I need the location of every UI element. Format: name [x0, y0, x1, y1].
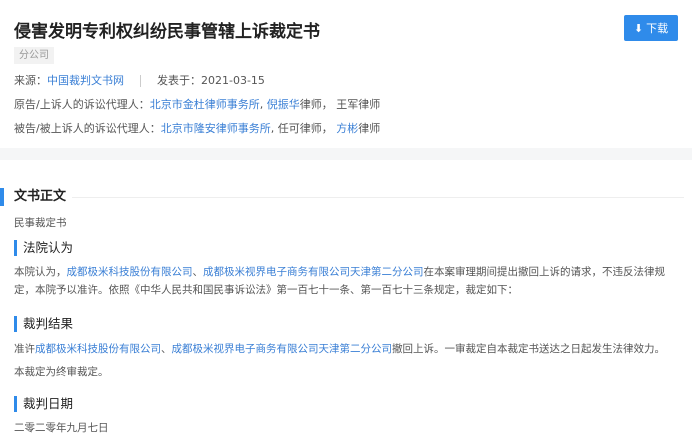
date-heading: 裁判日期 — [14, 396, 73, 412]
court-opinion-text: 本院认为，成都极米科技股份有限公司、成都极米视界电子商务有限公司天津第二分公司在… — [14, 266, 665, 296]
party-link[interactable]: 成都极米科技股份有限公司 — [35, 343, 161, 355]
section-header: 文书正文 — [0, 188, 692, 206]
party-link[interactable]: 成都极米视界电子商务有限公司天津第二分公司 — [172, 343, 393, 355]
defendant-lawyer-link[interactable]: 方彬 — [336, 122, 358, 135]
result-heading: 裁判结果 — [14, 316, 73, 332]
party-link[interactable]: 成都极米科技股份有限公司 — [67, 266, 193, 278]
download-label: 下载 — [646, 22, 669, 35]
divider — [140, 75, 141, 87]
defendant-row: 被告/被上诉人的诉讼代理人：北京市隆安律师事务所, 任可律师， 方彬律师 — [14, 120, 380, 136]
defendant-lawyer1: , 任可律师， — [270, 122, 333, 135]
download-icon: ⬇ — [633, 21, 644, 35]
document-header: 侵害发明专利权纠纷民事管辖上诉裁定书 ⬇ 下载 分公司 来源：中国裁判文书网 发表… — [0, 0, 692, 148]
judgment-date: 二零二零年九月七日 — [14, 422, 109, 434]
published-date: 2021-03-15 — [201, 74, 265, 87]
court-opinion-heading: 法院认为 — [14, 240, 73, 256]
download-button[interactable]: ⬇ 下载 — [624, 15, 678, 41]
lawyer-suffix: 律师 — [358, 122, 381, 135]
defendant-label: 被告/被上诉人的诉讼代理人： — [14, 122, 161, 135]
doc-type: 民事裁定书 — [14, 217, 67, 229]
party-link[interactable]: 成都极米视界电子商务有限公司天津第二分公司 — [203, 266, 424, 278]
section-rule — [72, 197, 684, 198]
published-label: 发表于： — [157, 74, 201, 87]
accent-bar — [0, 188, 4, 206]
source-label: 来源： — [14, 74, 47, 87]
plaintiff-lawyer2: 王军律师 — [336, 98, 381, 111]
result-final: 本裁定为终审裁定。 — [14, 366, 109, 378]
plaintiff-label: 原告/上诉人的诉讼代理人： — [14, 98, 150, 111]
result-text: 准许成都极米科技股份有限公司、成都极米视界电子商务有限公司天津第二分公司撤回上诉… — [14, 343, 665, 355]
plaintiff-lawyer-link[interactable]: 倪振华 — [267, 98, 300, 111]
plaintiff-row: 原告/上诉人的诉讼代理人：北京市金杜律师事务所, 倪振华律师， 王军律师 — [14, 98, 381, 111]
section-title: 文书正文 — [14, 189, 67, 204]
section-divider — [0, 148, 692, 160]
lawyer-suffix: 律师， — [299, 98, 333, 111]
source-row: 来源：中国裁判文书网 发表于：2021-03-15 — [14, 72, 265, 88]
source-link[interactable]: 中国裁判文书网 — [47, 74, 124, 87]
plaintiff-firm-link[interactable]: 北京市金杜律师事务所 — [150, 98, 260, 111]
tag-badge: 分公司 — [14, 47, 54, 64]
page-title: 侵害发明专利权纠纷民事管辖上诉裁定书 — [14, 22, 320, 42]
defendant-firm-link[interactable]: 北京市隆安律师事务所 — [161, 122, 271, 135]
